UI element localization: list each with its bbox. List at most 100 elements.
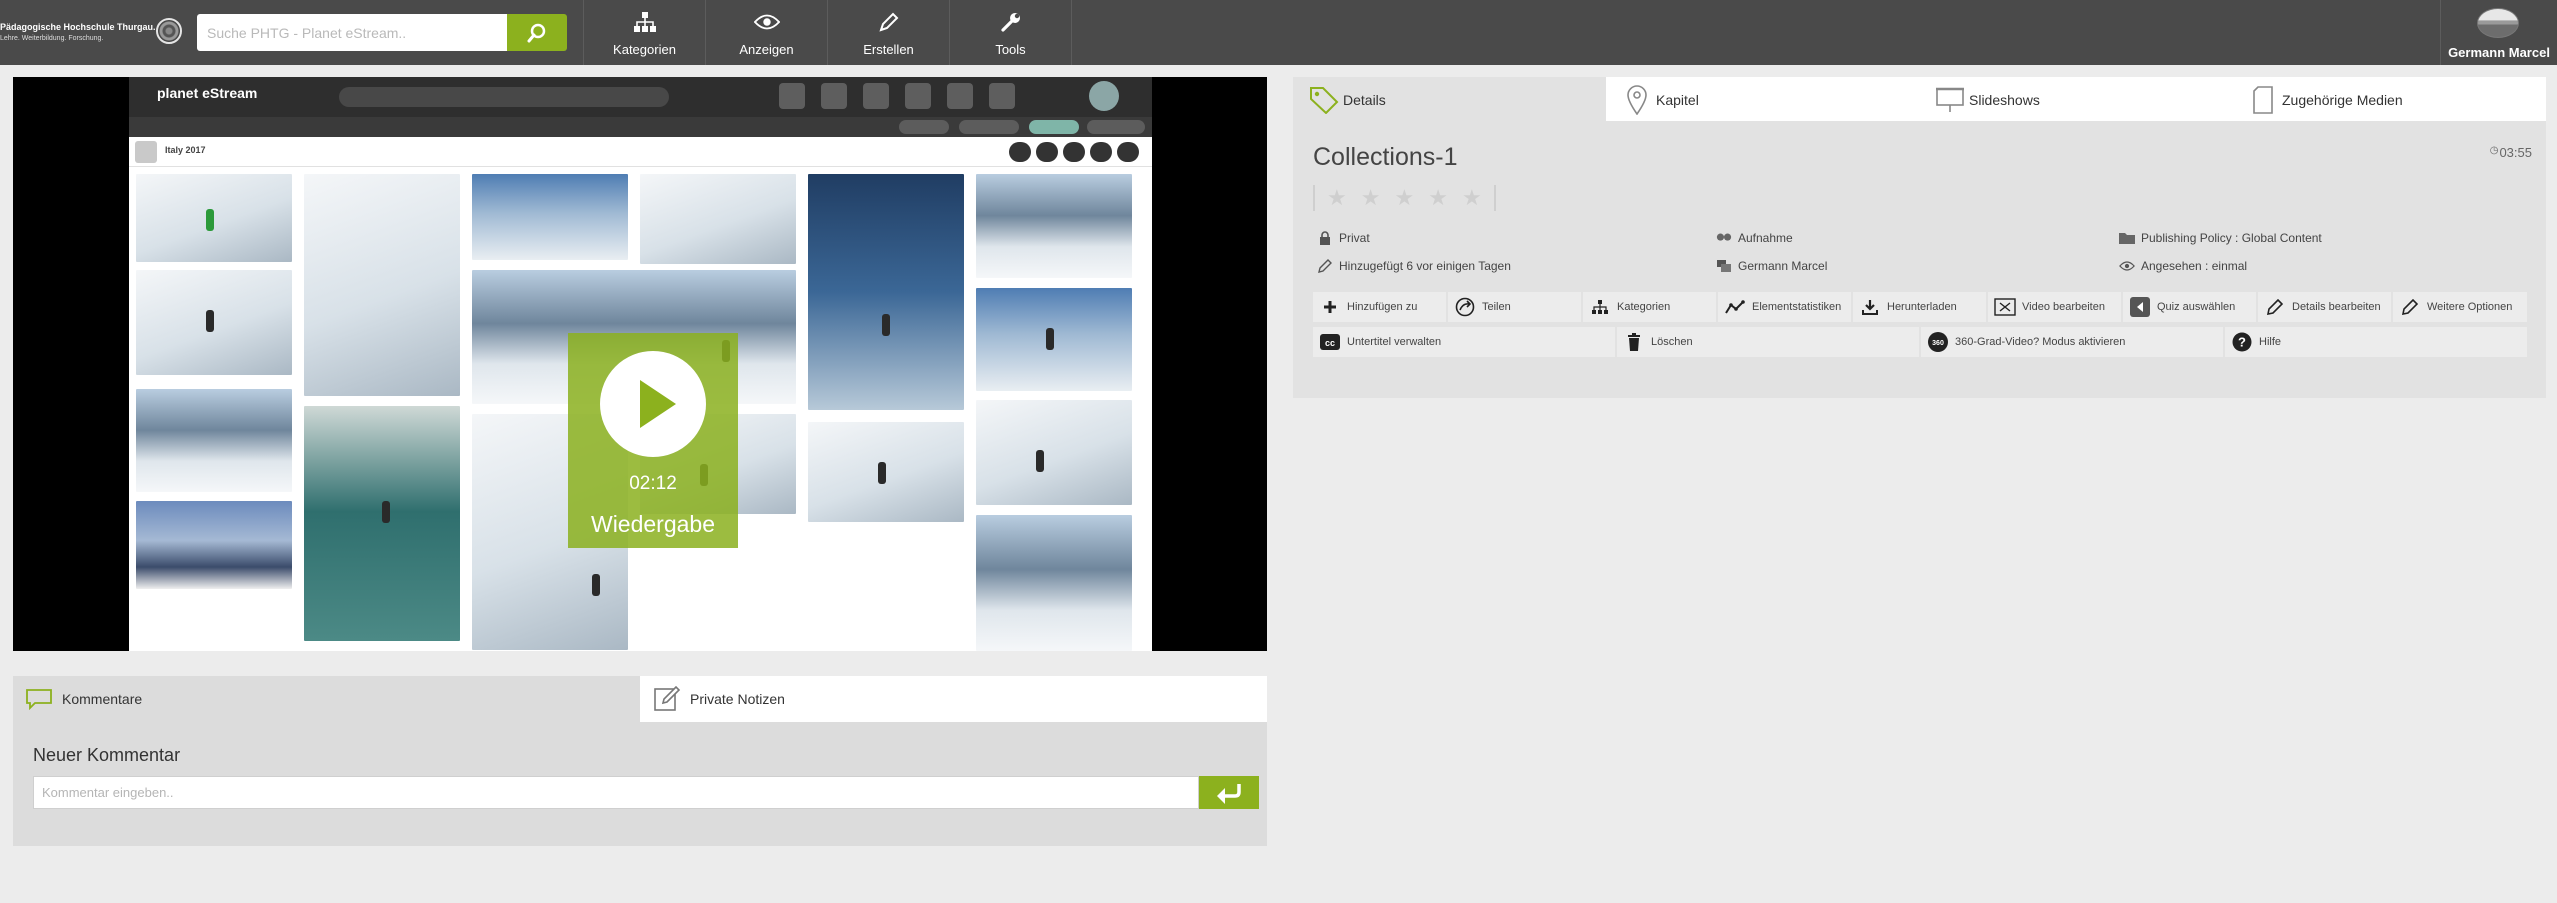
star-icon[interactable]: ★ [1361, 187, 1381, 209]
eye-icon [2119, 258, 2135, 274]
video-frame-title: Italy 2017 [165, 145, 206, 155]
eye-icon [753, 10, 780, 34]
action-label: Weitere Optionen [2427, 301, 2513, 313]
add-to-button[interactable]: Hinzufügen zu [1313, 292, 1446, 322]
map-pin-icon [1622, 85, 1652, 115]
folder-icon [2119, 230, 2135, 246]
more-options-button[interactable]: Weitere Optionen [2393, 292, 2527, 322]
video-player[interactable]: planet eStream Italy 2017 02:12 Wiederga… [13, 77, 1267, 651]
brand-name: Pädagogische Hochschule Thurgau. [0, 22, 156, 32]
tab-slideshows[interactable]: Slideshows [1919, 77, 2232, 121]
pencil-icon [2399, 296, 2421, 318]
thumbnail [304, 174, 460, 396]
meta-owner-text: Germann Marcel [1738, 259, 1828, 273]
nav-kategorien[interactable]: Kategorien [583, 0, 705, 65]
action-label: Kategorien [1617, 301, 1671, 313]
top-bar: Pädagogische Hochschule Thurgau. Lehre. … [0, 0, 2557, 65]
meta-type: Aufnahme [1716, 230, 1793, 246]
item-statistics-button[interactable]: Elementstatistiken [1718, 292, 1851, 322]
thumbnail [976, 515, 1132, 651]
edit-details-button[interactable]: Details bearbeiten [2258, 292, 2391, 322]
tab-kapitel[interactable]: Kapitel [1606, 77, 1919, 121]
help-badge: ? [2238, 335, 2246, 350]
tab-label: Details [1343, 92, 1386, 108]
action-row-primary: Hinzufügen zu Teilen Kategorien Elements… [1313, 292, 2527, 322]
cc-icon: cc [1319, 331, 1341, 353]
quiz-icon [2129, 296, 2151, 318]
video-frame-titlebar: Italy 2017 [129, 137, 1152, 167]
star-rating[interactable]: ★ ★ ★ ★ ★ [1313, 185, 1496, 211]
categories-button[interactable]: Kategorien [1583, 292, 1716, 322]
tab-private-notizen[interactable]: Private Notizen [640, 676, 1267, 722]
brand-seal-icon [156, 18, 182, 44]
action-label: Teilen [1482, 301, 1511, 313]
clock-icon: ◷ [2489, 145, 2499, 156]
search-input[interactable] [197, 14, 507, 51]
thumbnail [136, 501, 292, 589]
nav-label: Anzeigen [739, 42, 794, 57]
play-label: Wiedergabe [590, 511, 716, 537]
meta-policy-text: Publishing Policy : Global Content [2141, 231, 2322, 245]
comment-input[interactable] [33, 776, 1199, 809]
action-label: Elementstatistiken [1752, 301, 1842, 313]
thumbnail [976, 174, 1132, 278]
svg-text:cc: cc [1325, 338, 1335, 348]
meta-type-text: Aufnahme [1738, 231, 1793, 245]
stats-icon [1724, 296, 1746, 318]
thumbnail [976, 288, 1132, 391]
help-icon: ? [2231, 331, 2253, 353]
manage-subtitles-button[interactable]: cc Untertitel verwalten [1313, 327, 1615, 357]
star-icon[interactable]: ★ [1428, 187, 1448, 209]
thumbnail [976, 400, 1132, 505]
action-label: Löschen [1651, 336, 1693, 348]
tab-details[interactable]: Details [1293, 77, 1606, 121]
nav-erstellen[interactable]: Erstellen [827, 0, 949, 65]
user-menu[interactable]: Germann Marcel [2440, 0, 2557, 65]
360-icon: 360 [1927, 331, 1949, 353]
detail-tabs: Details Kapitel Slideshows Zugehörige Me… [1293, 77, 2546, 121]
comment-send-button[interactable] [1199, 776, 1259, 809]
comment-title: Neuer Kommentar [33, 745, 181, 765]
tab-kommentare[interactable]: Kommentare [13, 676, 640, 722]
brand-logo[interactable]: Pädagogische Hochschule Thurgau. Lehre. … [0, 16, 190, 50]
tab-zugehoerige-medien[interactable]: Zugehörige Medien [2232, 77, 2546, 121]
wrench-icon [998, 10, 1024, 34]
video-frame-nav [779, 83, 1049, 109]
star-icon[interactable]: ★ [1327, 187, 1347, 209]
search-icon [527, 23, 546, 42]
video-frame-logo: planet eStream [157, 85, 258, 101]
delete-button[interactable]: Löschen [1617, 327, 1919, 357]
download-button[interactable]: Herunterladen [1853, 292, 1986, 322]
thumbnail [136, 270, 292, 375]
meta-added-text: Hinzugefügt 6 vor einigen Tagen [1339, 259, 1511, 273]
nav-anzeigen[interactable]: Anzeigen [705, 0, 827, 65]
star-icon[interactable]: ★ [1394, 187, 1414, 209]
search-button[interactable] [507, 14, 567, 51]
media-duration: ◷03:55 [2490, 145, 2532, 160]
user-cards-icon [1716, 258, 1732, 274]
play-icon [600, 351, 706, 457]
speech-bubble-icon [25, 687, 53, 711]
user-name: Germann Marcel [2448, 45, 2550, 60]
trash-icon [1623, 331, 1645, 353]
select-quiz-button[interactable]: Quiz auswählen [2123, 292, 2256, 322]
star-icon[interactable]: ★ [1462, 187, 1482, 209]
play-button[interactable]: 02:12 Wiedergabe [568, 333, 738, 548]
tab-label: Kapitel [1656, 92, 1699, 108]
media-title: Collections-1 [1313, 143, 1458, 171]
thumbnail [136, 174, 292, 262]
meta-added: Hinzugefügt 6 vor einigen Tagen [1317, 258, 1511, 274]
edit-video-button[interactable]: Video bearbeiten [1988, 292, 2121, 322]
nav-tools[interactable]: Tools [949, 0, 1071, 65]
recording-icon [1716, 230, 1732, 246]
help-button[interactable]: ? Hilfe [2225, 327, 2527, 357]
thumbnail [640, 174, 796, 264]
action-label: Quiz auswählen [2157, 301, 2236, 313]
vr-360-mode-button[interactable]: 360 360-Grad-Video? Modus aktivieren [1921, 327, 2223, 357]
share-button[interactable]: Teilen [1448, 292, 1581, 322]
nav-label: Tools [995, 42, 1026, 57]
thumbnail [808, 174, 964, 410]
pencil-icon [876, 10, 902, 34]
action-row-secondary: cc Untertitel verwalten Löschen 360 360-… [1313, 327, 2527, 357]
action-label: Hinzufügen zu [1347, 301, 1418, 313]
